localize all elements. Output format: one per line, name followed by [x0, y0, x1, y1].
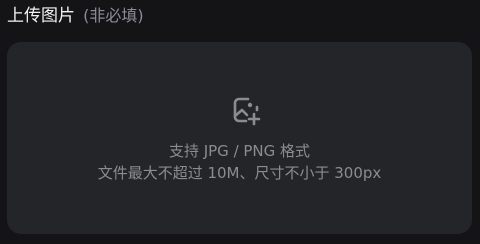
- upload-section-title: 上传图片 (非必填): [7, 5, 144, 27]
- optional-note: (非必填): [83, 6, 144, 25]
- upload-title: 上传图片: [7, 6, 75, 26]
- format-hint: 支持 JPG / PNG 格式: [168, 142, 311, 160]
- size-hint: 文件最大不超过 10M、尺寸不小于 300px: [97, 164, 382, 182]
- add-image-icon: [229, 93, 263, 127]
- image-upload-dropzone[interactable]: 支持 JPG / PNG 格式 文件最大不超过 10M、尺寸不小于 300px: [7, 42, 472, 234]
